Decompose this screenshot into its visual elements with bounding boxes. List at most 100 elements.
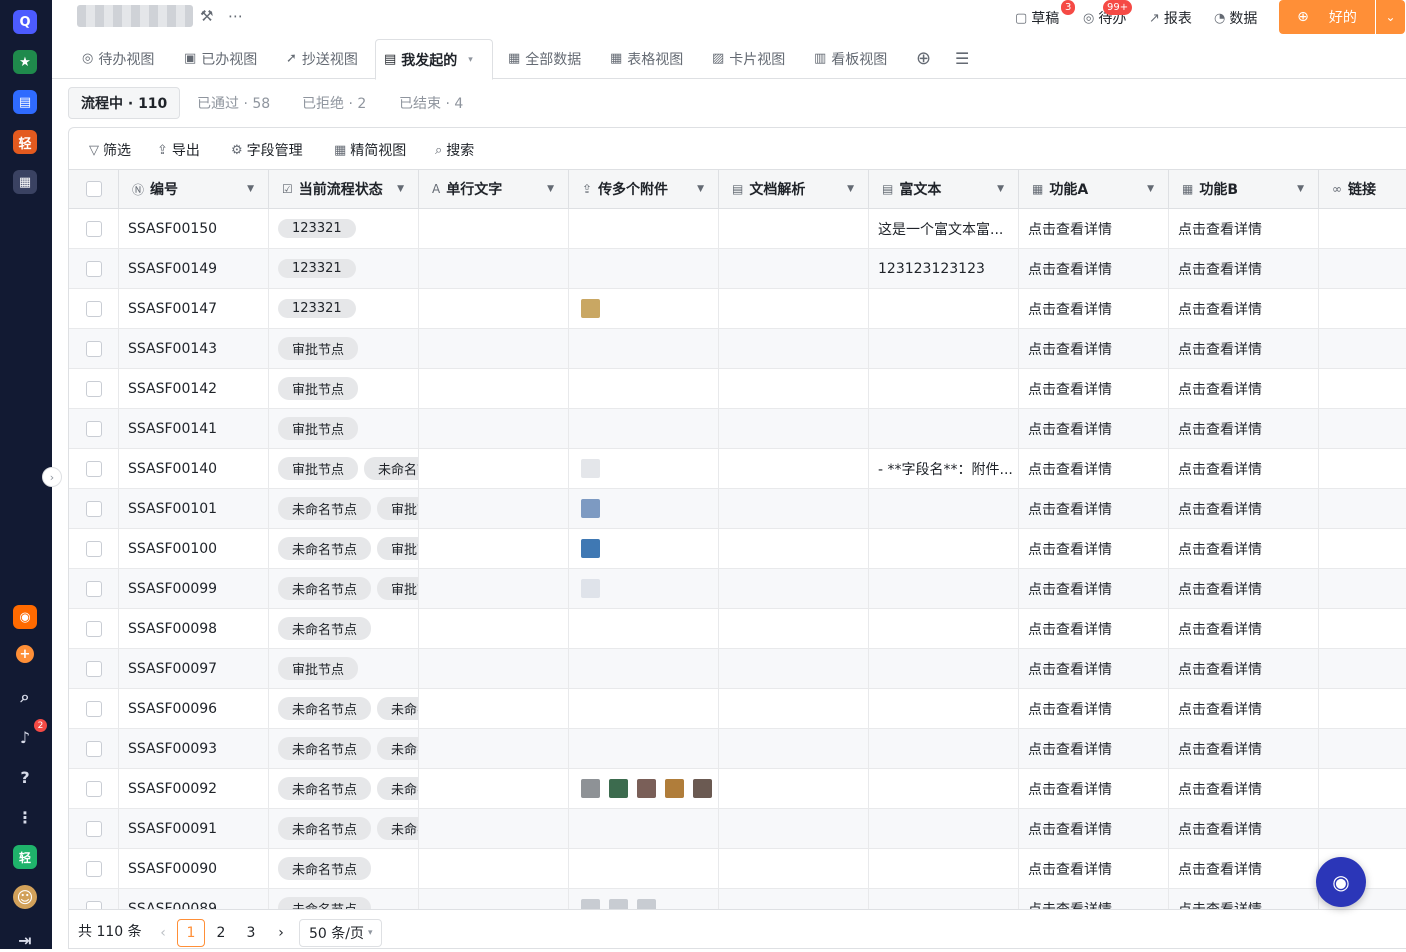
attachments-cell[interactable] [569,329,719,368]
app-q-icon[interactable]: Q [13,10,37,34]
page-size-select[interactable]: 50 条/页 ▾ [299,919,382,947]
attachment-thumbnail[interactable] [581,539,600,558]
function-b-cell[interactable]: 点击查看详情 [1169,609,1319,648]
function-b-cell[interactable]: 点击查看详情 [1169,209,1319,248]
function-b-cell[interactable]: 点击查看详情 [1169,889,1319,909]
page-3-button[interactable]: 3 [237,919,265,947]
row-checkbox[interactable] [86,340,102,357]
more-icon[interactable]: ⋯ [228,7,243,25]
topbar-draft[interactable]: ▢ 草稿 3 [1015,0,1076,28]
attachment-thumbnail[interactable] [609,779,628,798]
table-row[interactable]: SSASF00147 123321 点击查看详情 点击查看详情 [69,289,1406,329]
caret-down-icon[interactable]: ▼ [397,184,404,194]
caret-down-icon[interactable]: ▼ [547,184,554,194]
function-b-cell[interactable]: 点击查看详情 [1169,489,1319,528]
function-b-cell[interactable]: 点击查看详情 [1169,649,1319,688]
toolbar-1[interactable]: ▽ 筛选 [89,140,131,160]
tab-6[interactable]: ▦ 表格视图 [602,38,691,79]
table-row[interactable]: SSASF00096未命名节点未命名节点点击查看详情点击查看详情 [69,689,1406,729]
table-row[interactable]: SSASF00143 审批节点 点击查看详情 点击查看详情 [69,329,1406,369]
attachments-cell[interactable] [569,529,719,568]
function-b-cell[interactable]: 点击查看详情 [1169,449,1319,488]
row-checkbox[interactable] [86,780,102,797]
subtab-2[interactable]: 已通过 · 58 [197,87,270,119]
function-a-cell[interactable]: 点击查看详情 [1019,249,1169,288]
attachments-cell[interactable] [569,209,719,248]
toolbar-3[interactable]: ⚙ 字段管理 [231,140,303,160]
table-row[interactable]: SSASF00142 审批节点 点击查看详情 点击查看详情 [69,369,1406,409]
attachment-thumbnail[interactable] [581,579,600,598]
tab-8[interactable]: ▥ 看板视图 [806,38,895,79]
attachments-cell[interactable] [569,369,719,408]
table-row[interactable]: SSASF00100未命名节点审批节点点击查看详情点击查看详情 [69,529,1406,569]
attachments-cell[interactable] [569,769,719,808]
function-b-cell[interactable]: 点击查看详情 [1169,329,1319,368]
attachment-thumbnail[interactable] [665,779,684,798]
function-a-cell[interactable]: 点击查看详情 [1019,689,1169,728]
tab-2[interactable]: ▣ 已办视图 [176,38,265,79]
function-a-cell[interactable]: 点击查看详情 [1019,649,1169,688]
page-1-button[interactable]: 1 [177,919,205,947]
table-row[interactable]: SSASF00140审批节点未命名节点- **字段名**：附件...点击查看详情… [69,449,1406,489]
function-b-cell[interactable]: 点击查看详情 [1169,369,1319,408]
function-a-cell[interactable]: 点击查看详情 [1019,769,1169,808]
caret-down-icon[interactable]: ▼ [997,184,1004,194]
column-header-5[interactable]: ▤ 文档解析 ▼ [719,170,869,208]
row-checkbox[interactable] [86,580,102,597]
ai-assistant-button[interactable]: ◉ [1316,857,1366,907]
attachments-cell[interactable] [569,689,719,728]
app-star-icon[interactable]: ★ [13,50,37,74]
search-icon[interactable]: ⌕ [13,685,37,709]
row-checkbox[interactable] [86,300,102,317]
row-checkbox[interactable] [86,460,102,477]
caret-down-icon[interactable]: ▼ [847,184,854,194]
toolbar-5[interactable]: ⌕ 搜索 [435,140,474,160]
page-2-button[interactable]: 2 [207,919,235,947]
tab-5[interactable]: ▦ 全部数据 [500,38,589,79]
row-checkbox[interactable] [86,380,102,397]
attachments-cell[interactable] [569,809,719,848]
attachments-cell[interactable] [569,489,719,528]
function-b-cell[interactable]: 点击查看详情 [1169,809,1319,848]
select-all-checkbox[interactable] [86,181,102,197]
view-list-icon[interactable]: ☰ [947,38,977,79]
function-a-cell[interactable]: 点击查看详情 [1019,809,1169,848]
function-a-cell[interactable]: 点击查看详情 [1019,889,1169,909]
topbar-todo[interactable]: ◎ 待办 99+ [1083,0,1133,28]
app-qing-icon[interactable]: 轻 [13,130,37,154]
function-a-cell[interactable]: 点击查看详情 [1019,609,1169,648]
attachments-cell[interactable] [569,609,719,648]
row-checkbox[interactable] [86,420,102,437]
column-header-3[interactable]: A 单行文字 ▼ [419,170,569,208]
attachment-thumbnail[interactable] [581,299,600,318]
toolbar-4[interactable]: ▦ 精简视图 [334,140,406,160]
row-checkbox[interactable] [86,500,102,517]
tab-7[interactable]: ▨ 卡片视图 [704,38,793,79]
row-checkbox[interactable] [86,900,102,909]
row-checkbox[interactable] [86,620,102,637]
qing-app-icon[interactable]: 轻 [13,845,37,869]
table-row[interactable]: SSASF00101未命名节点审批节点点击查看详情点击查看详情 [69,489,1406,529]
function-b-cell[interactable]: 点击查看详情 [1169,289,1319,328]
app-grid-icon[interactable]: ▦ [13,170,37,194]
column-header-8[interactable]: ▦ 功能B ▼ [1169,170,1319,208]
table-row[interactable]: SSASF00099未命名节点审批节点点击查看详情点击查看详情 [69,569,1406,609]
help-icon[interactable]: ? [13,765,37,789]
function-a-cell[interactable]: 点击查看详情 [1019,849,1169,888]
attachments-cell[interactable] [569,409,719,448]
owl-icon[interactable]: ◉ [13,605,37,629]
good-button[interactable]: ⊕ 好的 [1279,0,1375,34]
caret-down-icon[interactable]: ▼ [697,184,704,194]
next-page-button[interactable]: › [267,919,295,947]
table-row[interactable]: SSASF00141 审批节点 点击查看详情 点击查看详情 [69,409,1406,449]
function-a-cell[interactable]: 点击查看详情 [1019,729,1169,768]
row-checkbox[interactable] [86,260,102,277]
attachments-cell[interactable] [569,889,719,909]
avatar[interactable]: ☺ [13,885,37,909]
caret-down-icon[interactable]: ▼ [1147,184,1154,194]
row-checkbox[interactable] [86,740,102,757]
subtab-3[interactable]: 已拒绝 · 2 [302,87,366,119]
function-b-cell[interactable]: 点击查看详情 [1169,849,1319,888]
row-checkbox[interactable] [86,700,102,717]
attachment-thumbnail[interactable] [693,779,712,798]
